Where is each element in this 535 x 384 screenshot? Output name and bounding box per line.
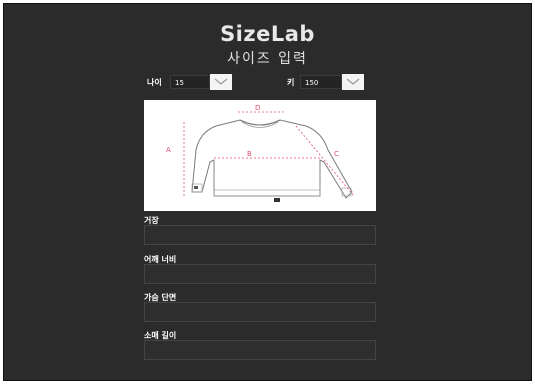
measurement-diagram: D A B C	[144, 100, 376, 211]
sleeve-length-input[interactable]	[144, 340, 376, 360]
chevron-down-icon	[346, 78, 360, 85]
submit-button[interactable]	[144, 380, 376, 381]
label-a: A	[166, 146, 171, 154]
app-frame: SizeLab 사이즈 입력 나이 15 키 150 D A B C 거장 어깨…	[3, 3, 532, 381]
shoulder-width-input[interactable]	[144, 264, 376, 284]
label-d: D	[255, 104, 260, 112]
age-input[interactable]: 15	[170, 75, 210, 89]
label-b: B	[247, 150, 252, 158]
age-dropdown-button[interactable]	[210, 74, 232, 90]
sweater-illustration: D A B C	[166, 104, 355, 202]
label-c: C	[334, 150, 339, 158]
height-label: 키	[287, 78, 295, 87]
chest-width-input[interactable]	[144, 302, 376, 322]
app-title: SizeLab	[220, 22, 315, 46]
age-label: 나이	[147, 78, 162, 87]
length-input[interactable]	[144, 225, 376, 245]
height-dropdown-button[interactable]	[342, 74, 364, 90]
height-input[interactable]: 150	[300, 75, 342, 89]
chevron-down-icon	[214, 78, 228, 85]
page-subtitle: 사이즈 입력	[227, 51, 308, 67]
